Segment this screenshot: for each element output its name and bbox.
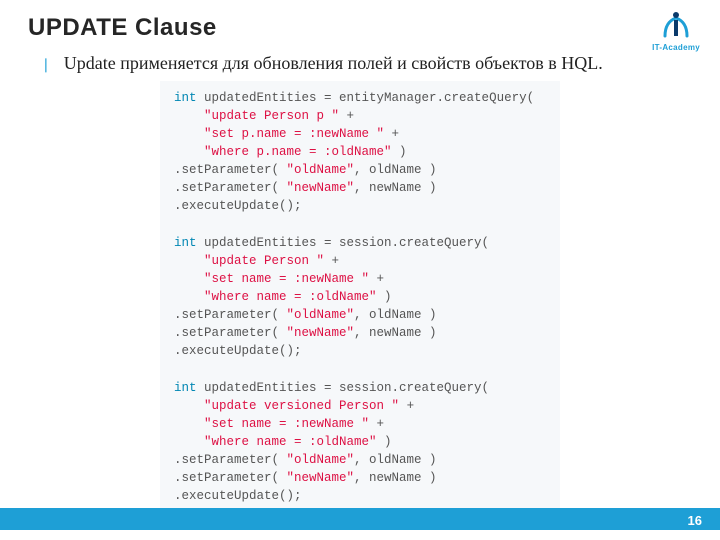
bullet-item: ❘ Update применяется для обновления поле… [40,52,692,75]
slide: IT-Academy UPDATE Clause ❘ Update примен… [0,0,720,540]
body-text: Update применяется для обновления полей … [64,52,603,75]
logo-icon [659,8,693,42]
slide-title: UPDATE Clause [28,14,692,42]
logo-text: IT-Academy [652,43,700,52]
page-number: 16 [688,513,702,528]
bullet-glyph: ❘ [40,56,52,73]
code-block: int updatedEntities = entityManager.crea… [160,81,560,514]
logo: IT-Academy [652,8,700,52]
footer-bar [0,508,720,530]
